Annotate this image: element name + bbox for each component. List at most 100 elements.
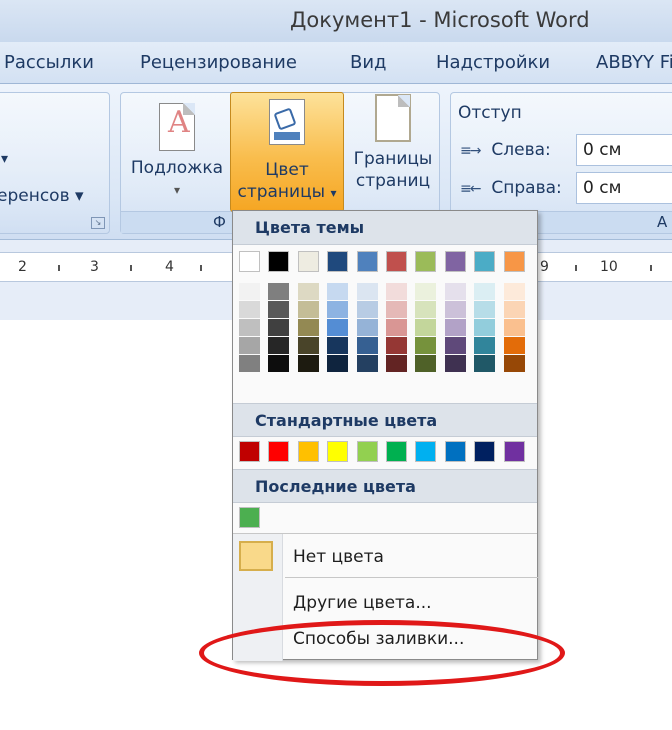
tab-addins[interactable]: Надстройки	[436, 52, 550, 73]
hyphenation-button[interactable]: еренсов ▾	[0, 186, 84, 206]
theme-shade-swatch[interactable]	[239, 337, 260, 354]
page-color-menu: Цвета темы Стандартные цвета Последние ц…	[232, 210, 539, 661]
ruler-tick	[650, 265, 652, 271]
recent-color-swatch[interactable]	[239, 507, 260, 528]
indent-left-input[interactable]: 0 см	[576, 134, 672, 166]
theme-shade-swatch[interactable]	[503, 337, 525, 354]
theme-color-swatch[interactable]	[268, 251, 290, 272]
dialog-launcher-icon[interactable]: ↘	[91, 217, 105, 229]
standard-color-swatch[interactable]	[268, 441, 290, 462]
standard-color-swatch[interactable]	[239, 441, 260, 462]
theme-shade-swatch[interactable]	[415, 337, 437, 354]
tab-abbyy[interactable]: ABBYY Fi	[596, 52, 672, 73]
theme-shade-swatch[interactable]	[415, 355, 437, 372]
theme-color-swatch[interactable]	[474, 251, 496, 272]
theme-shade-swatch[interactable]	[327, 301, 349, 318]
indent-right-input[interactable]: 0 см	[576, 172, 672, 204]
standard-color-swatch[interactable]	[356, 441, 378, 462]
theme-shade-swatch[interactable]	[297, 301, 319, 318]
theme-shade-swatch[interactable]	[268, 337, 290, 354]
tab-review[interactable]: Рецензирование	[140, 52, 297, 73]
theme-shade-swatch[interactable]	[356, 283, 378, 300]
watermark-button[interactable]: A Подложка ▾	[127, 103, 227, 201]
tab-mailings[interactable]: Рассылки	[4, 52, 94, 73]
theme-shade-swatch[interactable]	[444, 283, 466, 300]
theme-color-swatch[interactable]	[327, 251, 349, 272]
theme-shade-swatch[interactable]	[297, 337, 319, 354]
theme-color-swatch[interactable]	[444, 251, 466, 272]
theme-shade-swatch[interactable]	[386, 283, 407, 300]
theme-shade-swatch[interactable]	[297, 319, 319, 336]
standard-color-swatch[interactable]	[327, 441, 349, 462]
theme-shade-swatch[interactable]	[415, 283, 437, 300]
theme-shade-swatch[interactable]	[239, 355, 260, 372]
theme-shade-swatch[interactable]	[474, 337, 496, 354]
theme-color-swatch[interactable]	[297, 251, 319, 272]
theme-shade-swatch[interactable]	[239, 319, 260, 336]
theme-shade-swatch[interactable]	[297, 283, 319, 300]
theme-shade-swatch[interactable]	[327, 355, 349, 372]
theme-shade-swatch[interactable]	[268, 355, 290, 372]
theme-shade-swatch[interactable]	[503, 283, 525, 300]
theme-shade-swatch[interactable]	[356, 301, 378, 318]
standard-color-swatch[interactable]	[444, 441, 466, 462]
dropdown-arrow-icon: ▾	[1, 151, 9, 167]
theme-shade-swatch[interactable]	[444, 355, 466, 372]
tab-view[interactable]: Вид	[350, 52, 387, 73]
standard-color-swatch[interactable]	[297, 441, 319, 462]
ruler-tick	[130, 265, 132, 271]
watermark-icon: A	[159, 103, 195, 151]
theme-shade-swatch[interactable]	[386, 355, 407, 372]
theme-shade-swatch[interactable]	[356, 337, 378, 354]
theme-shade-swatch[interactable]	[297, 355, 319, 372]
theme-shade-swatch[interactable]	[356, 319, 378, 336]
theme-shade-swatch[interactable]	[386, 319, 407, 336]
page-color-button[interactable]: Цвет страницы ▾	[230, 92, 344, 212]
theme-shade-swatch[interactable]	[268, 319, 290, 336]
theme-shade-swatch[interactable]	[415, 319, 437, 336]
theme-shade-swatch[interactable]	[327, 283, 349, 300]
theme-color-swatch[interactable]	[239, 251, 260, 272]
theme-shade-swatch[interactable]	[444, 337, 466, 354]
group-label: Ф	[213, 213, 226, 231]
theme-shade-swatch[interactable]	[268, 283, 290, 300]
theme-shade-swatch[interactable]	[474, 355, 496, 372]
more-colors-menu-item[interactable]: Другие цвета...	[293, 593, 432, 613]
ruler-number: 4	[165, 259, 174, 275]
standard-color-swatch[interactable]	[503, 441, 525, 462]
page-borders-button[interactable]: Границы страниц	[348, 94, 438, 192]
theme-shade-swatch[interactable]	[415, 301, 437, 318]
theme-color-swatch[interactable]	[415, 251, 437, 272]
indent-left-label: Слева:	[491, 140, 551, 160]
theme-shade-swatch[interactable]	[444, 319, 466, 336]
theme-shade-swatch[interactable]	[444, 301, 466, 318]
hyphenation-label: еренсов	[0, 186, 70, 206]
no-color-menu-item[interactable]: Нет цвета	[293, 547, 384, 567]
theme-color-swatch[interactable]	[356, 251, 378, 272]
theme-shade-swatch[interactable]	[239, 283, 260, 300]
page-borders-icon	[375, 94, 411, 142]
group-label: А	[657, 213, 668, 231]
standard-color-swatch[interactable]	[415, 441, 437, 462]
theme-shade-swatch[interactable]	[239, 301, 260, 318]
theme-shade-swatch[interactable]	[474, 301, 496, 318]
theme-shade-swatch[interactable]	[268, 301, 290, 318]
chevron-down-icon: ▾	[75, 186, 84, 206]
theme-shade-swatch[interactable]	[503, 301, 525, 318]
theme-shade-swatch[interactable]	[474, 283, 496, 300]
standard-color-swatch[interactable]	[386, 441, 407, 462]
theme-shade-swatch[interactable]	[327, 319, 349, 336]
theme-color-swatch[interactable]	[386, 251, 407, 272]
ruler-number: 10	[600, 259, 618, 275]
theme-color-swatch[interactable]	[503, 251, 525, 272]
theme-shade-swatch[interactable]	[386, 337, 407, 354]
theme-shade-swatch[interactable]	[356, 355, 378, 372]
theme-shade-swatch[interactable]	[386, 301, 407, 318]
standard-color-swatch[interactable]	[474, 441, 496, 462]
indent-left-row: ≡→ Слева:	[460, 140, 551, 160]
theme-shade-swatch[interactable]	[474, 319, 496, 336]
theme-shade-swatch[interactable]	[327, 337, 349, 354]
theme-shade-swatch[interactable]	[503, 319, 525, 336]
theme-shade-swatch[interactable]	[503, 355, 525, 372]
no-color-swatch-icon	[239, 541, 273, 571]
